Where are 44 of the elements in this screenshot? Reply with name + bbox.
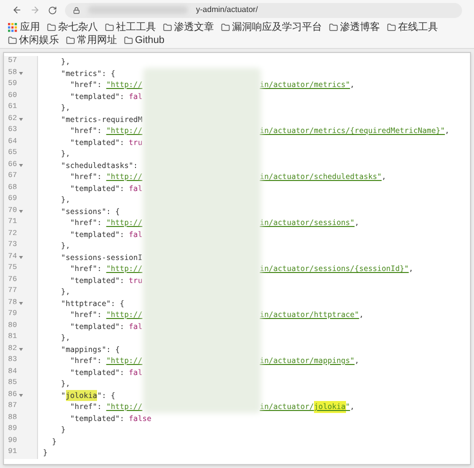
bookmark-label: 杂七杂八 <box>58 22 98 34</box>
folder-icon <box>105 23 114 32</box>
url-text: y-admin/actuator/ <box>196 4 258 16</box>
fold-arrow-icon[interactable] <box>19 72 24 75</box>
bookmark-item[interactable]: 渗透博客 <box>329 21 380 34</box>
bookmark-label: 漏洞响应及学习平台 <box>232 22 322 34</box>
bookmark-item[interactable]: 应用 <box>8 21 40 34</box>
fold-arrow-icon[interactable] <box>19 394 24 397</box>
forward-icon[interactable] <box>30 5 40 15</box>
folder-icon <box>66 36 75 45</box>
bookmark-item[interactable]: 在线工具 <box>387 21 438 34</box>
folder-icon <box>47 23 56 32</box>
folder-icon <box>124 36 133 45</box>
bookmark-label: 渗透文章 <box>174 22 214 34</box>
bookmark-label: 在线工具 <box>398 22 438 34</box>
bookmark-item[interactable]: 漏洞响应及学习平台 <box>221 21 322 34</box>
bookmark-item[interactable]: 渗透文章 <box>163 21 214 34</box>
folder-icon <box>163 23 172 32</box>
reload-icon[interactable] <box>48 6 57 14</box>
bookmark-label: 渗透博客 <box>340 22 380 34</box>
apps-grid-icon <box>8 22 18 32</box>
folder-icon <box>8 36 17 45</box>
folder-icon <box>221 23 230 32</box>
bookmark-item[interactable]: Github <box>124 34 164 47</box>
bookmark-item[interactable]: 杂七杂八 <box>47 21 98 34</box>
fold-arrow-icon[interactable] <box>19 302 24 305</box>
back-icon[interactable] <box>12 5 22 15</box>
bookmark-item[interactable]: 社工工具 <box>105 21 156 34</box>
fold-arrow-icon[interactable] <box>19 256 24 259</box>
address-bar[interactable]: y-admin/actuator/ <box>65 2 462 18</box>
fold-arrow-icon[interactable] <box>19 164 24 167</box>
bookmark-item[interactable]: 休闲娱乐 <box>8 34 59 47</box>
fold-arrow-icon[interactable] <box>19 210 24 213</box>
fold-arrow-icon[interactable] <box>19 348 24 351</box>
folder-icon <box>387 23 396 32</box>
bookmark-item[interactable]: 常用网址 <box>66 34 117 47</box>
bookmark-label: 应用 <box>20 22 40 34</box>
fold-arrow-icon[interactable] <box>19 118 24 121</box>
folder-icon <box>329 23 338 32</box>
bookmark-label: 社工工具 <box>116 22 156 34</box>
lock-icon <box>73 6 80 14</box>
bookmark-label: 休闲娱乐 <box>19 34 59 46</box>
bookmark-label: Github <box>135 34 164 46</box>
bookmark-label: 常用网址 <box>77 34 117 46</box>
